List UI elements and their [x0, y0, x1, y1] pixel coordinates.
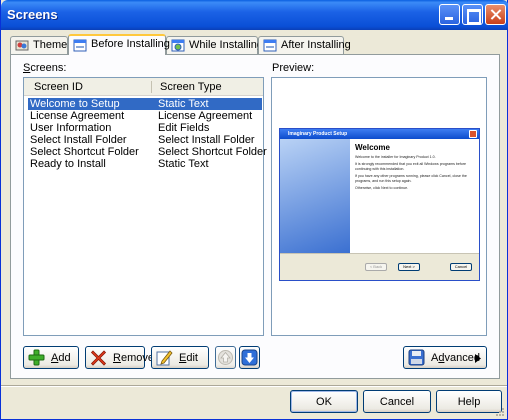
preview-paragraph: If you have any other programs running, … [355, 174, 467, 183]
screens-label: Screens: [23, 62, 66, 74]
screen-id-cell: Ready to Install [30, 158, 106, 170]
preview-paragraph: It is strongly recommended that you exit… [355, 162, 467, 171]
help-button[interactable]: Help [436, 390, 502, 413]
list-header: Screen ID Screen Type [24, 78, 263, 96]
tab-before-installing[interactable]: Before Installing [68, 34, 170, 55]
screen-type-cell: Select Install Folder [158, 134, 255, 146]
list-item[interactable]: Welcome to Setup Static Text [28, 98, 262, 110]
preview-side-graphic [280, 139, 350, 253]
list-item[interactable]: Select Install Folder Select Install Fold… [28, 134, 262, 146]
remove-label: Remove [113, 351, 154, 364]
screen-type-cell: License Agreement [158, 110, 253, 122]
preview-window-title-text: Imaginary Product Setup [288, 131, 348, 137]
tab-after-installing[interactable]: After Installing [258, 36, 351, 54]
remove-button[interactable]: Remove [85, 346, 154, 369]
screen-type-cell: Static Text [158, 98, 209, 110]
tab-label: After Installing [281, 39, 351, 51]
advanced-label: Advanced [431, 351, 480, 364]
screen-id-cell: License Agreement [30, 110, 125, 122]
screen-type-cell: Edit Fields [158, 122, 210, 134]
screen-id-cell: Welcome to Setup [30, 98, 120, 110]
close-button[interactable] [485, 4, 506, 25]
move-up-button[interactable] [215, 346, 236, 369]
cancel-button[interactable]: Cancel [363, 390, 431, 413]
column-divider[interactable] [151, 81, 152, 93]
progress-window-icon [171, 39, 185, 52]
window-title: Screens [7, 7, 58, 22]
tab-label: Theme [33, 39, 68, 51]
screen-id-cell: Select Shortcut Folder [30, 146, 139, 158]
add-label: Add [51, 351, 71, 364]
list-item[interactable]: License Agreement License Agreement [28, 110, 262, 122]
column-header-screen-type[interactable]: Screen Type [160, 81, 222, 93]
screen-id-cell: User Information [30, 122, 112, 134]
screens-label-rest: creens: [30, 62, 67, 74]
tab-theme[interactable]: Theme [10, 36, 68, 54]
add-button[interactable]: Add [23, 346, 79, 369]
preview-pane: Imaginary Product Setup Welcome Welcome … [271, 77, 487, 336]
remove-icon [90, 350, 107, 366]
theme-icon [15, 40, 29, 51]
tab-while-installing[interactable]: While Installing [166, 36, 263, 54]
preview-back-button: < Back [365, 263, 387, 271]
preview-window: Imaginary Product Setup Welcome Welcome … [279, 128, 480, 281]
list-item[interactable]: Select Shortcut Folder Select Shortcut Fo… [28, 146, 267, 158]
column-header-screen-id[interactable]: Screen ID [34, 81, 83, 93]
preview-heading: Welcome [355, 143, 390, 152]
window-icon [263, 39, 277, 52]
add-icon [28, 349, 45, 366]
preview-next-button: Next > [398, 263, 420, 271]
arrow-down-icon [241, 349, 258, 366]
advanced-button[interactable]: Advanced [403, 346, 487, 369]
preview-paragraph: Welcome to the installer for Imaginary P… [355, 155, 436, 159]
edit-label: Edit [179, 351, 198, 364]
resize-grip-icon[interactable] [494, 406, 505, 417]
divider [1, 385, 507, 387]
screen-id-cell: Select Install Folder [30, 134, 127, 146]
tab-label: While Installing [189, 39, 263, 51]
preview-paragraph: Otherwise, click Next to continue. [355, 186, 409, 191]
screens-list[interactable]: Screen ID Screen Type Welcome to Setup St… [23, 77, 267, 336]
maximize-button[interactable] [462, 4, 483, 25]
title-bar[interactable]: Screens [1, 0, 508, 30]
preview-body: Welcome Welcome to the installer for Ima… [350, 139, 479, 253]
list-item[interactable]: User Information Edit Fields [28, 122, 262, 134]
edit-icon [156, 350, 173, 366]
move-down-button[interactable] [239, 346, 260, 369]
screens-dialog: Screens Theme Before Installing While In… [0, 0, 508, 420]
arrow-up-icon [218, 350, 233, 365]
preview-window-title: Imaginary Product Setup [280, 129, 479, 139]
preview-close-icon [469, 130, 477, 138]
screen-type-cell: Select Shortcut Folder [158, 146, 267, 158]
tab-label: Before Installing [91, 38, 170, 50]
edit-button[interactable]: Edit [151, 346, 209, 369]
list-item[interactable]: Ready to Install Static Text [28, 158, 262, 170]
preview-label: Preview: [272, 62, 315, 74]
preview-footer: < Back Next > Cancel [280, 253, 479, 280]
chevron-right-icon [475, 354, 481, 363]
minimize-button[interactable] [439, 4, 460, 25]
preview-cancel-button: Cancel [450, 263, 472, 271]
window-icon [73, 39, 87, 52]
disk-icon [408, 349, 425, 366]
screen-type-cell: Static Text [158, 158, 209, 170]
ok-button[interactable]: OK [290, 390, 358, 413]
